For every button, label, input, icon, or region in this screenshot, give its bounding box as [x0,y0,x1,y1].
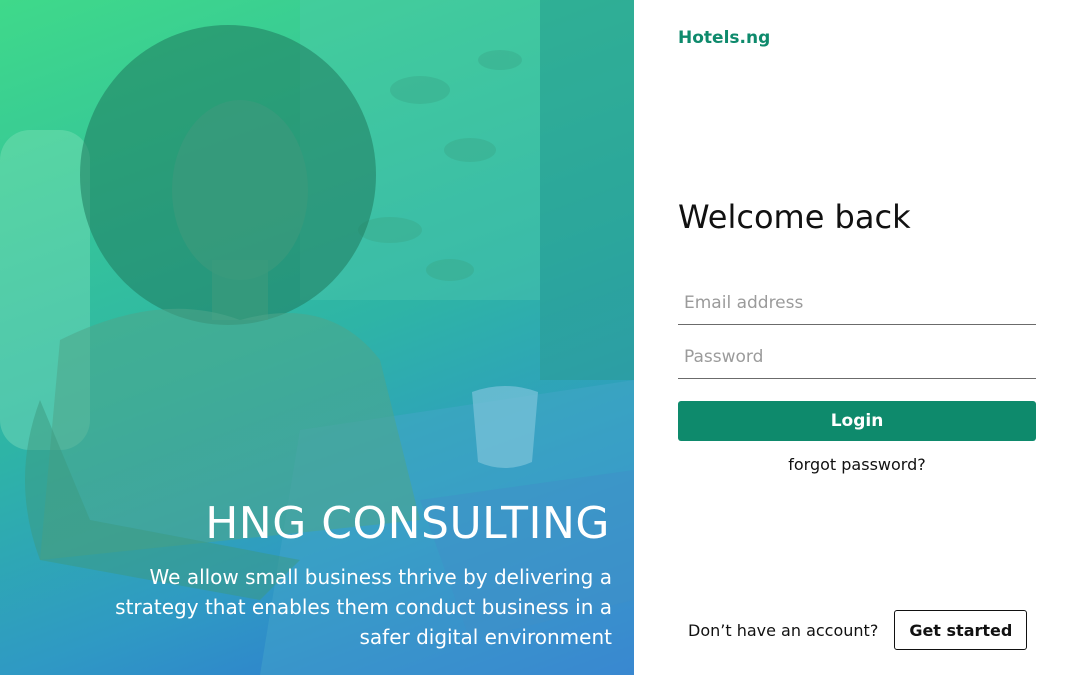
login-button[interactable]: Login [678,401,1036,441]
forgot-password-link[interactable]: forgot password? [678,455,1036,474]
hero-tagline: We allow small business thrive by delive… [115,565,612,649]
get-started-button[interactable]: Get started [894,610,1028,650]
hero-title: HNG CONSULTING [205,498,610,549]
login-page: HNG CONSULTING We allow small business t… [0,0,1080,675]
page-title: Welcome back [678,198,911,236]
password-input[interactable] [678,338,1036,376]
login-panel: Hotels.ng Welcome back Login forgot pass… [634,0,1080,675]
brand-logo-link[interactable]: Hotels.ng [678,28,770,48]
email-input[interactable] [678,284,1036,322]
hero-section: HNG CONSULTING We allow small business t… [0,0,634,675]
email-field-wrapper [678,284,1036,325]
signup-row: Don’t have an account? Get started [688,610,1028,650]
no-account-text: Don’t have an account? [688,620,879,640]
password-field-wrapper [678,338,1036,379]
